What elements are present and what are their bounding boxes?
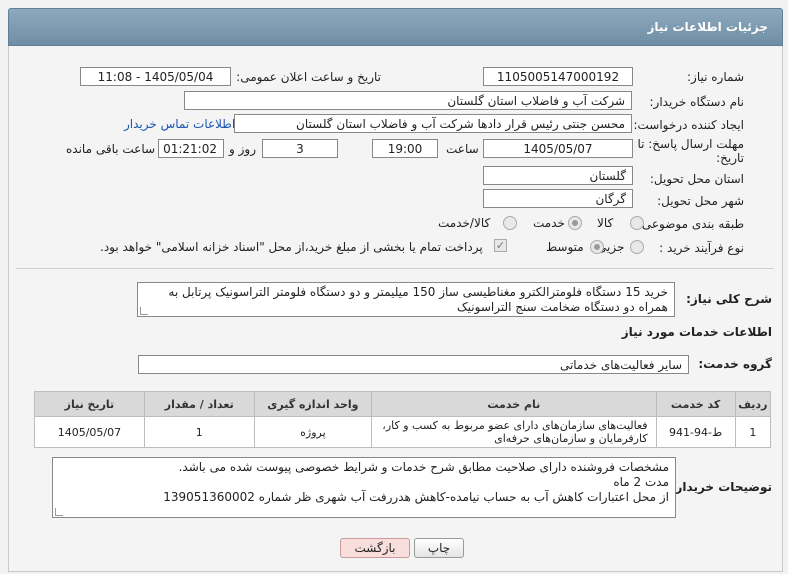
description-textarea[interactable]: خرید 15 دستگاه فلومترالکترو مغناطیسی ساز… xyxy=(137,282,675,317)
col-date-header: تاریخ نیاز xyxy=(34,391,145,417)
remaining-time-field[interactable]: 01:21:02 xyxy=(158,139,224,158)
col-name-header: نام خدمت xyxy=(371,391,657,417)
deadline-hour-label: ساعت xyxy=(446,142,479,156)
purchase-medium-label: متوسط xyxy=(546,240,584,254)
buyer-notes-line-2: مدت 2 ماه xyxy=(613,475,669,489)
buyer-notes-line-1: مشخصات فروشنده دارای صلاحیت مطابق شرح خد… xyxy=(178,460,669,474)
days-label: روز و xyxy=(229,142,256,156)
category-goods-radio[interactable] xyxy=(630,216,644,230)
creator-label: ایجاد کننده درخواست: xyxy=(633,118,744,132)
city-label: شهر محل تحویل: xyxy=(657,194,744,208)
purchase-medium-radio[interactable] xyxy=(590,240,604,254)
deadline-date-field[interactable]: 1405/05/07 xyxy=(483,139,633,158)
print-button[interactable]: چاپ xyxy=(414,538,464,558)
cell-name: فعالیت‌های سازمان‌های دارای عضو مربوط به… xyxy=(371,416,657,448)
buyer-org-label: نام دستگاه خریدار: xyxy=(649,95,745,109)
payment-note: پرداخت تمام یا بخشی از مبلغ خرید،از محل … xyxy=(100,240,483,254)
treasury-checkbox[interactable]: ✓ xyxy=(494,239,507,252)
deadline-time-field[interactable]: 19:00 xyxy=(372,139,438,158)
back-button[interactable]: بازگشت xyxy=(340,538,410,558)
services-section-title: اطلاعات خدمات مورد نیاز xyxy=(621,325,772,339)
category-service-label: خدمت xyxy=(533,216,565,230)
need-number-field[interactable]: 1105005147000192 xyxy=(483,67,633,86)
buyer-notes-label: توضیحات خریدار: xyxy=(670,480,772,494)
col-row-header: ردیف xyxy=(734,391,772,417)
category-label: طبقه بندی موضوعی: xyxy=(637,217,744,231)
description-label: شرح کلی نیاز: xyxy=(686,292,772,306)
table-header-row: ردیف کد خدمت نام خدمت واحد اندازه گیری ت… xyxy=(34,391,772,417)
days-field[interactable]: 3 xyxy=(262,139,338,158)
province-label: استان محل تحویل: xyxy=(649,172,744,186)
city-field[interactable]: گرگان xyxy=(483,189,633,208)
services-table: ردیف کد خدمت نام خدمت واحد اندازه گیری ت… xyxy=(34,391,772,448)
resize-handle-icon[interactable] xyxy=(55,508,63,516)
category-service-radio[interactable] xyxy=(568,216,582,230)
cell-unit: پروژه xyxy=(253,416,373,448)
category-goods-service-radio[interactable] xyxy=(503,216,517,230)
deadline-label-1: مهلت ارسال پاسخ: تا xyxy=(637,137,744,151)
creator-field[interactable]: محسن جنتی رئیس قرار دادها شرکت آب و فاضل… xyxy=(234,114,632,133)
deadline-label-2: تاریخ: xyxy=(716,151,744,165)
category-goods-label: کالا xyxy=(597,216,614,230)
need-number-label: شماره نیاز: xyxy=(687,70,744,84)
cell-row: 1 xyxy=(734,416,772,448)
category-goods-service-label: کالا/خدمت xyxy=(438,216,491,230)
buyer-org-field[interactable]: شرکت آب و فاضلاب استان گلستان xyxy=(184,91,632,110)
service-group-field[interactable]: سایر فعالیت‌های خدماتی xyxy=(138,355,689,374)
resize-handle-icon[interactable] xyxy=(140,307,148,315)
remaining-time-label: ساعت باقی مانده xyxy=(66,142,156,156)
col-code-header: کد خدمت xyxy=(655,391,736,417)
description-text: خرید 15 دستگاه فلومترالکترو مغناطیسی ساز… xyxy=(168,285,668,314)
announce-date-label: تاریخ و ساعت اعلان عمومی: xyxy=(236,70,381,84)
panel-title: جزئیات اطلاعات نیاز xyxy=(647,20,768,34)
separator xyxy=(16,268,774,269)
cell-qty: 1 xyxy=(143,416,255,448)
cell-code: ط-94-941 xyxy=(655,416,736,448)
buyer-contact-link[interactable]: اطلاعات تماس خریدار xyxy=(124,117,235,131)
panel-header: جزئیات اطلاعات نیاز xyxy=(8,8,783,46)
col-qty-header: تعداد / مقدار xyxy=(143,391,255,417)
province-field[interactable]: گلستان xyxy=(483,166,633,185)
buyer-notes-line-3: از محل اعتبارات کاهش آب به حساب نیامده-ک… xyxy=(163,490,669,504)
purchase-minor-radio[interactable] xyxy=(630,240,644,254)
col-unit-header: واحد اندازه گیری xyxy=(253,391,373,417)
purchase-type-label: نوع فرآیند خرید : xyxy=(659,241,744,255)
cell-date: 1405/05/07 xyxy=(34,416,145,448)
service-group-label: گروه خدمت: xyxy=(698,357,772,371)
table-row[interactable]: 1 ط-94-941 فعالیت‌های سازمان‌های دارای ع… xyxy=(34,416,772,448)
buyer-notes-textarea[interactable]: مشخصات فروشنده دارای صلاحیت مطابق شرح خد… xyxy=(52,457,676,518)
announce-date-field[interactable]: 1405/05/04 - 11:08 xyxy=(80,67,231,86)
